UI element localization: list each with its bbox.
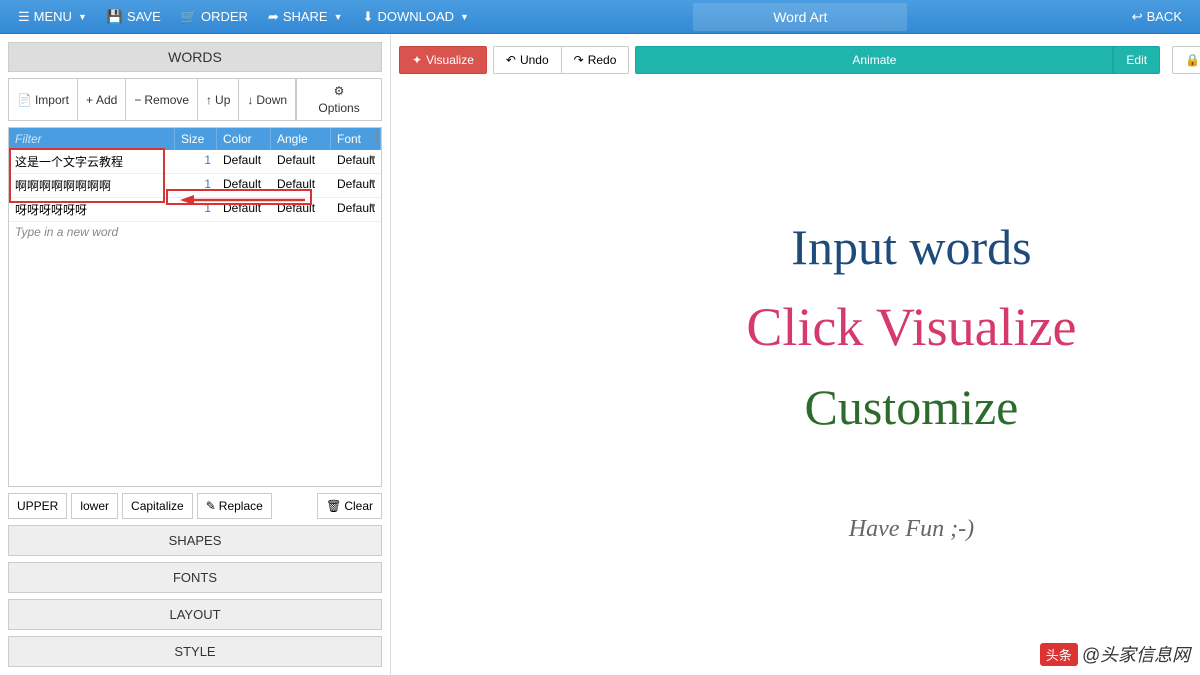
angle-cell[interactable]: Default [271, 174, 331, 197]
magic-icon: ✦ [412, 53, 422, 67]
case-toolbar: UPPER lower Capitalize ✎Replace 🗑Clear [8, 493, 382, 519]
gear-icon: ⚙ [334, 84, 345, 98]
scroll-handle[interactable]: ▴▾ [375, 128, 380, 144]
redo-button[interactable]: ↷Redo [561, 46, 630, 74]
angle-cell[interactable]: Default [271, 198, 331, 221]
lock-icon: 🔒 [1185, 53, 1200, 67]
new-word-input[interactable]: Type in a new word [9, 222, 381, 242]
share-button[interactable]: ➦ SHARE ▼ [258, 3, 353, 31]
capitalize-button[interactable]: Capitalize [122, 493, 193, 519]
lower-button[interactable]: lower [71, 493, 118, 519]
download-icon: ⬇ [363, 9, 374, 25]
undo-icon: ↶ [506, 53, 516, 67]
canvas[interactable]: Input words Click Visualize Customize Ha… [391, 85, 1200, 675]
menu-icon: ☰ [18, 9, 30, 25]
watermark: 头条 @头家信息网 [1040, 641, 1190, 667]
table-row[interactable]: 呀呀呀呀呀呀 1 Default Default Default [9, 198, 381, 222]
save-button[interactable]: 💾 SAVE [97, 3, 171, 31]
col-color[interactable]: Color [217, 128, 271, 150]
hint-click-visualize: Click Visualize [746, 296, 1076, 358]
file-icon: 📄 [17, 93, 32, 107]
font-cell[interactable]: Default [331, 174, 381, 197]
plus-icon: + [86, 93, 93, 107]
cart-icon: 🛒 [181, 9, 197, 25]
size-cell[interactable]: 1 [175, 198, 217, 221]
shapes-section[interactable]: SHAPES [8, 525, 382, 556]
up-button[interactable]: ↑Up [198, 79, 239, 120]
word-cell[interactable]: 呀呀呀呀呀呀 [9, 198, 175, 221]
style-section[interactable]: STYLE [8, 636, 382, 667]
col-angle[interactable]: Angle [271, 128, 331, 150]
arrow-up-icon: ↑ [206, 93, 212, 107]
color-cell[interactable]: Default [217, 150, 271, 173]
download-button[interactable]: ⬇ DOWNLOAD ▼ [353, 3, 479, 31]
watermark-badge: 头条 [1040, 643, 1078, 666]
font-cell[interactable]: Default [331, 150, 381, 173]
color-cell[interactable]: Default [217, 198, 271, 221]
upper-button[interactable]: UPPER [8, 493, 67, 519]
trash-icon: 🗑 [326, 499, 341, 513]
back-button[interactable]: ↩ BACK [1122, 3, 1192, 31]
word-cell[interactable]: 啊啊啊啊啊啊啊啊 [9, 174, 175, 197]
size-cell[interactable]: 1 [175, 174, 217, 197]
edit-button[interactable]: Edit [1113, 46, 1160, 74]
visualize-button[interactable]: ✦Visualize [399, 46, 487, 74]
add-button[interactable]: +Add [78, 79, 126, 120]
app-title[interactable]: Word Art [693, 3, 907, 31]
hint-customize: Customize [805, 378, 1019, 436]
table-row[interactable]: 啊啊啊啊啊啊啊啊 1 Default Default Default [9, 174, 381, 198]
hint-input-words: Input words [791, 218, 1031, 276]
redo-icon: ↷ [574, 53, 584, 67]
words-panel-title[interactable]: WORDS [8, 42, 382, 72]
chevron-down-icon: ▼ [334, 12, 343, 22]
arrow-down-icon: ↓ [247, 93, 253, 107]
main-area: ✦Visualize ↶Undo ↷Redo Animate Edit 🔒Loc… [391, 34, 1200, 675]
filter-input[interactable] [15, 132, 168, 146]
words-toolbar: 📄Import +Add −Remove ↑Up ↓Down ⚙Options [8, 78, 382, 121]
save-icon: 💾 [107, 9, 123, 25]
color-cell[interactable]: Default [217, 174, 271, 197]
angle-cell[interactable]: Default [271, 150, 331, 173]
top-nav: ☰ MENU ▼ 💾 SAVE 🛒 ORDER ➦ SHARE ▼ ⬇ DOWN… [0, 0, 1200, 34]
layout-section[interactable]: LAYOUT [8, 599, 382, 630]
words-table: Size Color Angle Font ▴▾ 这是一个文字云教程 1 Def… [8, 127, 382, 487]
hint-have-fun: Have Fun ;-) [849, 516, 974, 543]
word-cell[interactable]: 这是一个文字云教程 [9, 150, 175, 173]
watermark-text: @头家信息网 [1082, 641, 1190, 667]
share-icon: ➦ [268, 9, 279, 25]
col-size[interactable]: Size [175, 128, 217, 150]
menu-button[interactable]: ☰ MENU ▼ [8, 3, 97, 31]
options-button[interactable]: ⚙Options [296, 79, 381, 120]
size-cell[interactable]: 1 [175, 150, 217, 173]
back-icon: ↩ [1132, 9, 1143, 25]
lock-button[interactable]: 🔒Lock [1172, 46, 1200, 74]
left-sidebar: WORDS 📄Import +Add −Remove ↑Up ↓Down ⚙Op… [0, 34, 391, 675]
clear-button[interactable]: 🗑Clear [317, 493, 382, 519]
fonts-section[interactable]: FONTS [8, 562, 382, 593]
font-cell[interactable]: Default [331, 198, 381, 221]
import-button[interactable]: 📄Import [9, 79, 78, 120]
minus-icon: − [134, 93, 141, 107]
chevron-down-icon: ▼ [460, 12, 469, 22]
undo-button[interactable]: ↶Undo [493, 46, 562, 74]
down-button[interactable]: ↓Down [239, 79, 296, 120]
chevron-down-icon: ▼ [78, 12, 87, 22]
replace-button[interactable]: ✎Replace [197, 493, 272, 519]
canvas-toolbar: ✦Visualize ↶Undo ↷Redo Animate Edit 🔒Loc… [391, 34, 1200, 85]
remove-button[interactable]: −Remove [126, 79, 198, 120]
table-row[interactable]: 这是一个文字云教程 1 Default Default Default [9, 150, 381, 174]
order-button[interactable]: 🛒 ORDER [171, 3, 258, 31]
edit-icon: ✎ [206, 499, 216, 513]
animate-button[interactable]: Animate [635, 46, 1113, 74]
